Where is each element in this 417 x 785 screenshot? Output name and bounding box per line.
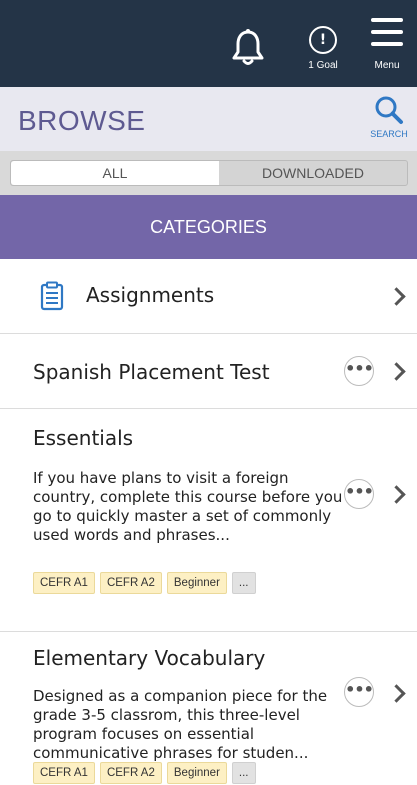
- bell-icon[interactable]: [230, 28, 266, 68]
- chevron-right-icon: [387, 287, 406, 306]
- list-item-spanish-placement-test[interactable]: Spanish Placement Test •••: [0, 334, 417, 409]
- tab-all[interactable]: ALL: [11, 161, 219, 185]
- menu-label: Menu: [374, 60, 400, 71]
- goal-button[interactable]: ! 1 Goal: [302, 26, 344, 76]
- search-icon: [375, 96, 403, 124]
- tag-badge: Beginner: [166, 572, 227, 594]
- list-item-title: Assignments: [86, 283, 215, 307]
- tag-list: CEFR A1 CEFR A2 Beginner...: [33, 762, 261, 784]
- more-options-button[interactable]: •••: [344, 356, 374, 386]
- search-button[interactable]: SEARCH: [364, 95, 414, 145]
- tag-badge: CEFR A2: [99, 572, 162, 594]
- list-item-title: Spanish Placement Test: [33, 360, 270, 384]
- list-item-title: Essentials: [33, 426, 134, 450]
- list-item-elementary-vocabulary[interactable]: Elementary Vocabulary Designed as a comp…: [0, 632, 417, 785]
- tabs-bar: ALL DOWNLOADED: [0, 151, 417, 195]
- page-title: BROWSE: [18, 105, 146, 136]
- search-label: SEARCH: [370, 129, 408, 139]
- goal-alert-icon: !: [309, 26, 337, 54]
- chevron-right-icon: [387, 485, 406, 504]
- browse-header: BROWSE SEARCH: [0, 87, 417, 151]
- menu-button[interactable]: Menu: [364, 14, 410, 76]
- tag-list: CEFR A1 CEFR A2 Beginner...: [33, 572, 261, 594]
- tab-downloaded[interactable]: DOWNLOADED: [219, 161, 407, 185]
- clipboard-icon: [40, 281, 64, 311]
- list-item-title: Elementary Vocabulary: [33, 646, 266, 670]
- list-item-assignments[interactable]: Assignments: [0, 259, 417, 334]
- goal-label: 1 Goal: [308, 60, 338, 71]
- list-item-essentials[interactable]: Essentials If you have plans to visit a …: [0, 409, 417, 632]
- more-options-button[interactable]: •••: [344, 479, 374, 509]
- tag-badge: CEFR A1: [33, 572, 95, 594]
- chevron-right-icon: [387, 684, 406, 703]
- more-options-button[interactable]: •••: [344, 677, 374, 707]
- tag-badge: CEFR A2: [99, 762, 162, 784]
- hamburger-icon: [364, 18, 410, 46]
- tag-badge: CEFR A1: [33, 762, 95, 784]
- segmented-control: ALL DOWNLOADED: [10, 160, 408, 186]
- tag-badge: Beginner: [166, 762, 227, 784]
- more-tags-badge[interactable]: ...: [231, 762, 256, 784]
- top-bar: ! 1 Goal Menu: [0, 0, 417, 87]
- list-item-description: Designed as a companion piece for the gr…: [33, 687, 328, 762]
- categories-header: CATEGORIES: [0, 195, 417, 259]
- more-tags-badge[interactable]: ...: [231, 572, 256, 594]
- list-item-description: If you have plans to visit a foreign cou…: [33, 469, 343, 544]
- chevron-right-icon: [387, 362, 406, 381]
